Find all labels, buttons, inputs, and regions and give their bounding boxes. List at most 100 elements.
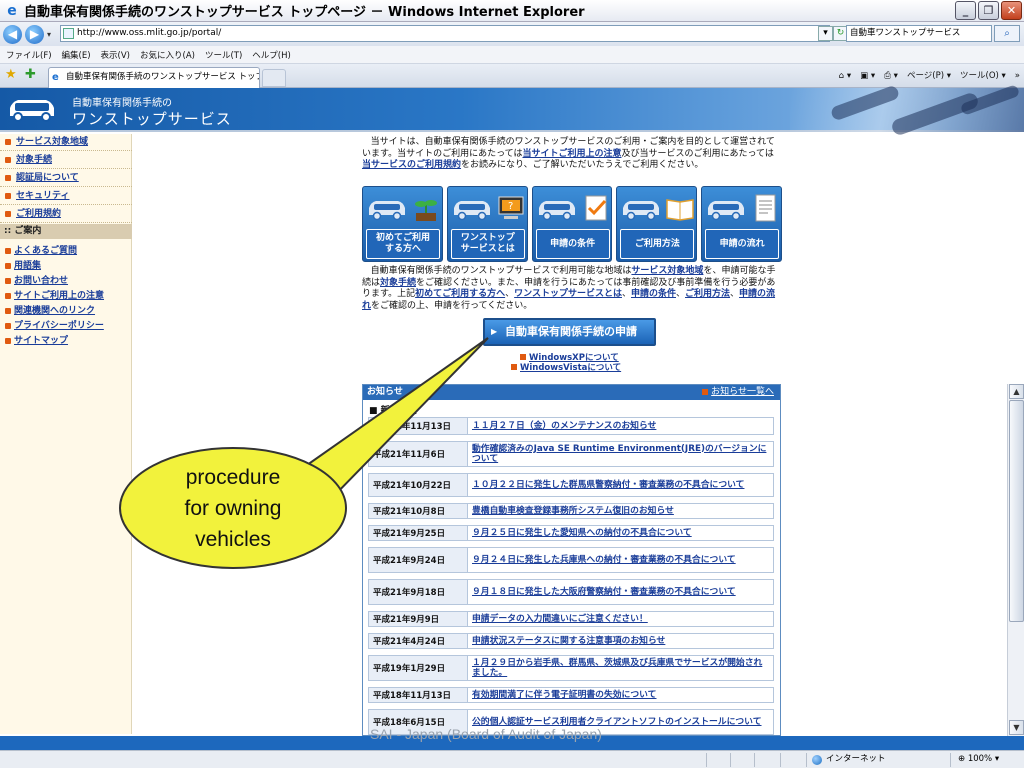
news-link[interactable]: １０月２２日に発生した群馬県警察納付・審査業務の不具合について xyxy=(468,473,774,497)
sidebar-item-procedures[interactable]: 対象手続 xyxy=(0,152,132,169)
maximize-button[interactable]: ❐ xyxy=(978,1,999,20)
sidebar-item-contact[interactable]: お問い合わせ xyxy=(0,274,132,289)
site-notes-link[interactable]: 当サイトご利用上の注意 xyxy=(522,149,621,159)
close-button[interactable]: ✕ xyxy=(1001,1,1022,20)
news-date: 平成21年11月6日 xyxy=(368,441,468,467)
document-icon xyxy=(755,194,776,222)
site-subtitle: 自動車保有関係手続の xyxy=(72,98,172,109)
home-icon[interactable]: ⌂ ▾ xyxy=(839,69,851,83)
news-row: 平成21年11月6日 動作確認済みのJava SE Runtime Environ… xyxy=(368,441,774,470)
search-input[interactable]: 自動車ワンストップサービス xyxy=(846,25,992,42)
page-menu[interactable]: ページ(P) ▾ xyxy=(907,69,951,83)
news-link[interactable]: 動作確認済みのJava SE Runtime Environment(JRE)の… xyxy=(468,441,774,467)
status-bar: インターネット ⊕ 100% ▾ xyxy=(0,750,1024,768)
sidebar-item-site-notes[interactable]: サイトご利用上の注意 xyxy=(0,289,132,304)
favorites-star-icon[interactable]: ★ xyxy=(5,68,17,82)
application-flow-button[interactable]: 申請の流れ xyxy=(701,186,782,262)
about-service-link[interactable]: ワンストップサービスとは xyxy=(514,289,622,299)
news-link[interactable]: １１月２７日（金）のメンテナンスのお知らせ xyxy=(468,417,774,435)
site-header: 自動車保有関係手続の ワンストップサービス xyxy=(0,84,1024,137)
sidebar-item-privacy[interactable]: プライバシーポリシー xyxy=(0,319,132,334)
feeds-icon[interactable]: ▣ ▾ xyxy=(860,69,875,83)
site-title[interactable]: ワンストップサービス xyxy=(72,108,232,129)
left-sidebar: サービス対象地域 対象手続 認証局について セキュリティ ご利用規約 :: ご案… xyxy=(0,134,132,734)
conditions-button[interactable]: 申請の条件 xyxy=(531,186,613,262)
first-time-link[interactable]: 初めてご利用する方へ xyxy=(415,289,505,299)
menu-favorites[interactable]: お気に入り(A) xyxy=(140,49,195,61)
zoom-level[interactable]: ⊕ 100% ▾ xyxy=(958,751,999,768)
security-zone: インターネット xyxy=(812,751,886,768)
watermark-text: SAI - Japan (Board of Audit of Japan) xyxy=(370,726,602,742)
scroll-down-icon[interactable]: ▼ xyxy=(1009,720,1024,735)
scroll-thumb[interactable] xyxy=(1009,400,1024,622)
news-link[interactable]: 申請データの入力間違いにご注意ください！ xyxy=(468,611,774,627)
more-commands-icon[interactable]: » xyxy=(1015,69,1020,83)
sidebar-item-security[interactable]: セキュリティ xyxy=(0,188,132,205)
sidebar-item-links[interactable]: 関連機関へのリンク xyxy=(0,304,132,319)
tools-menu[interactable]: ツール(O) ▾ xyxy=(960,69,1006,83)
news-link[interactable]: 申請状況ステータスに関する注意事項のお知らせ xyxy=(468,633,774,649)
news-row: 平成19年1月29日 １月２９日から岩手県、群馬県、茨城県及び兵庫県でサービスが開… xyxy=(368,655,774,684)
menu-view[interactable]: 表示(V) xyxy=(101,49,130,61)
new-tab-button[interactable] xyxy=(262,69,286,87)
guide-buttons: 初めてご利用 する方へ ? ワンストップ サービスとは 申請の条件 ご利用方法 … xyxy=(362,186,782,262)
scroll-up-icon[interactable]: ▲ xyxy=(1009,384,1024,399)
sidebar-item-sitemap[interactable]: サイトマップ xyxy=(0,334,132,349)
sidebar-item-service-area[interactable]: サービス対象地域 xyxy=(0,134,132,151)
add-favorite-icon[interactable]: ✚ xyxy=(25,68,36,82)
news-row: 平成21年10月8日 豊橋自動車検査登録事務所システム復旧のお知らせ xyxy=(368,503,774,522)
search-icon[interactable]: ⌕ xyxy=(994,25,1020,42)
news-link[interactable]: 豊橋自動車検査登録事務所システム復旧のお知らせ xyxy=(468,503,774,519)
tab-current[interactable]: e 自動車保有関係手続のワンストップサービス トップ... xyxy=(48,67,260,88)
minimize-button[interactable]: _ xyxy=(955,1,976,20)
checklist-icon xyxy=(585,195,607,221)
intro-text: 当サイトは、自動車保有関係手続のワンストップサービスのご利用・ご案内を目的として… xyxy=(362,137,775,170)
windows-vista-link[interactable]: WindowsVistaについて xyxy=(511,361,621,373)
terms-link[interactable]: 当サービスのご利用規約 xyxy=(362,160,461,170)
address-input[interactable]: http://www.oss.mlit.go.jp/portal/ xyxy=(60,25,830,42)
about-service-button[interactable]: ? ワンストップ サービスとは xyxy=(446,186,528,262)
sidebar-item-glossary[interactable]: 用語集 xyxy=(0,259,132,274)
news-date: 平成21年9月24日 xyxy=(368,547,468,573)
news-link[interactable]: ９月２４日に発生した兵庫県への納付・審査業務の不具合について xyxy=(468,547,774,573)
news-row: 平成21年10月22日 １０月２２日に発生した群馬県警察納付・審査業務の不具合につ… xyxy=(368,473,774,500)
menu-file[interactable]: ファイル(F) xyxy=(6,49,52,61)
menu-help[interactable]: ヘルプ(H) xyxy=(252,49,291,61)
history-dropdown-icon[interactable]: ▾ xyxy=(47,30,51,39)
computer-icon: ? xyxy=(498,196,524,219)
sprout-icon xyxy=(415,200,437,221)
forward-button[interactable]: ▶ xyxy=(25,24,44,44)
first-time-button[interactable]: 初めてご利用 する方へ xyxy=(362,186,443,262)
conditions-link[interactable]: 申請の条件 xyxy=(631,289,676,299)
address-dropdown-icon[interactable]: ▾ xyxy=(818,26,833,41)
procedures-link[interactable]: 対象手続 xyxy=(380,278,416,288)
sidebar-item-cert-authority[interactable]: 認証局について xyxy=(0,170,132,187)
print-icon[interactable]: ⎙ ▾ xyxy=(884,69,898,83)
menu-tools[interactable]: ツール(T) xyxy=(205,49,242,61)
news-link[interactable]: １月２９日から岩手県、群馬県、茨城県及び兵庫県でサービスが開始されました。 xyxy=(468,655,774,681)
news-date: 平成21年9月18日 xyxy=(368,579,468,605)
news-row: 平成21年9月25日 ９月２５日に発生した愛知県への納付の不具合について xyxy=(368,525,774,544)
back-button[interactable]: ◀ xyxy=(3,24,22,44)
news-date: 平成21年9月25日 xyxy=(368,525,468,541)
usage-text: 自動車保有関係手続のワンストップサービスで利用可能な地域はサービス対象地域を、申… xyxy=(362,266,776,311)
news-link[interactable]: 有効期間満了に伴う電子証明書の失効について xyxy=(468,687,774,703)
how-to-use-link[interactable]: ご利用方法 xyxy=(685,289,730,299)
car-logo-icon[interactable] xyxy=(6,94,58,124)
tab-bar: ★ ✚ e 自動車保有関係手続のワンストップサービス トップ... ⌂ ▾ ▣ ▾… xyxy=(0,64,1024,88)
news-link[interactable]: ９月１８日に発生した大阪府警察納付・審査業務の不具合について xyxy=(468,579,774,605)
ie-page-icon: e xyxy=(52,72,59,83)
service-area-link[interactable]: サービス対象地域 xyxy=(631,266,703,276)
how-to-use-button[interactable]: ご利用方法 xyxy=(616,186,698,262)
news-link[interactable]: ９月２５日に発生した愛知県への納付の不具合について xyxy=(468,525,774,541)
news-date: 平成21年11月13日 xyxy=(368,417,468,435)
news-all-link[interactable]: お知らせ一覧へ xyxy=(702,385,774,400)
vertical-scrollbar[interactable]: ▲ ▼ xyxy=(1007,384,1024,736)
apply-button[interactable]: 自動車保有関係手続の申請 xyxy=(483,318,656,346)
sidebar-item-terms[interactable]: ご利用規約 xyxy=(0,206,132,223)
sidebar-item-faq[interactable]: よくあるご質問 xyxy=(0,244,132,259)
page-icon xyxy=(63,28,74,39)
ie-logo-icon: e xyxy=(7,2,17,19)
menu-edit[interactable]: 編集(E) xyxy=(62,49,91,61)
news-subheading: ■ 新着情報 xyxy=(369,406,417,416)
